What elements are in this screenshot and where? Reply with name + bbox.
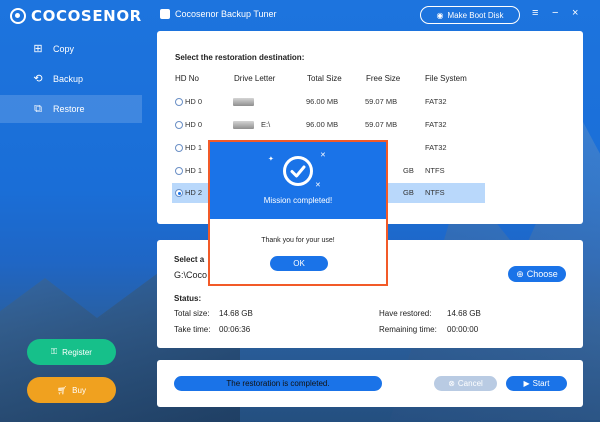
row-radio[interactable]	[175, 98, 183, 106]
restored-label: Have restored:	[379, 309, 432, 318]
hd-no: HD 0	[185, 97, 203, 106]
app-icon	[160, 9, 170, 19]
hd-no: HD 1	[185, 166, 203, 175]
check-circle-icon	[283, 156, 313, 186]
drive-icon	[233, 121, 254, 129]
column-header: Total Size	[307, 74, 342, 83]
progress-text: The restoration is completed.	[226, 379, 330, 388]
free-size: 59.07 MB	[365, 97, 398, 106]
sidebar-item-label: Copy	[53, 44, 75, 54]
row-radio[interactable]	[175, 144, 183, 152]
sparkle-icon: ✦	[268, 156, 274, 163]
free-size: 59.07 MB	[365, 120, 398, 129]
cancel-label: Cancel	[457, 379, 483, 388]
take-time-label: Take time:	[174, 325, 211, 334]
cancel-button[interactable]: ⊗ Cancel	[434, 376, 497, 391]
hd-no: HD 2	[185, 188, 203, 197]
total-size: 96.00 MB	[306, 120, 339, 129]
column-header: Free Size	[366, 74, 401, 83]
destination-title: Select the restoration destination:	[175, 53, 305, 62]
sidebar-item-label: Restore	[53, 104, 85, 114]
logo-icon	[10, 8, 26, 24]
make-boot-disk-button[interactable]: ◉ Make Boot Disk	[420, 6, 520, 24]
brand-logo: COCOSENOR	[10, 7, 142, 25]
sparkle-icon: ✕	[320, 152, 326, 159]
ok-button[interactable]: OK	[270, 256, 328, 271]
make-boot-disk-label: Make Boot Disk	[447, 10, 504, 20]
dialog-header: ✦ ✕ ✕ Mission completed!	[210, 142, 386, 219]
dialog-message: Thank you for your use!	[261, 237, 335, 244]
take-time-value: 00:06:36	[219, 325, 251, 334]
register-label: Register	[62, 347, 92, 357]
app-title: Cocosenor Backup Tuner	[160, 9, 277, 19]
register-button[interactable]: ⚿ Register	[27, 339, 116, 365]
app-window: COCOSENOR Cocosenor Backup Tuner ◉ Make …	[0, 0, 600, 422]
total-size: 96.00 MB	[306, 97, 339, 106]
disk-icon: ◉	[436, 10, 444, 20]
play-icon: ▶	[523, 379, 530, 388]
app-title-text: Cocosenor Backup Tuner	[175, 9, 277, 19]
drive-letter: E:\	[261, 120, 271, 129]
restored-value: 14.68 GB	[447, 309, 481, 318]
select-image-label: Select a	[174, 255, 205, 264]
brand-name: COCOSENOR	[31, 7, 142, 25]
sidebar-item-copy[interactable]: ⊞ Copy	[0, 35, 142, 63]
row-radio[interactable]	[175, 167, 183, 175]
start-button[interactable]: ▶ Start	[506, 376, 567, 391]
image-path: G:\Coco	[174, 270, 208, 280]
free-size: GB	[403, 188, 414, 197]
table-row[interactable]: HD 0 96.00 MB 59.07 MB FAT32	[172, 92, 485, 112]
row-radio[interactable]	[175, 189, 183, 197]
table-row[interactable]: HD 0 E:\ 96.00 MB 59.07 MB FAT32	[172, 115, 485, 135]
sparkle-icon: ✕	[315, 182, 321, 189]
remaining-time-value: 00:00:00	[447, 325, 479, 334]
file-system: NTFS	[425, 166, 445, 175]
file-system: FAT32	[425, 120, 447, 129]
free-size: GB	[403, 166, 414, 175]
row-radio[interactable]	[175, 121, 183, 129]
plus-icon: ⊕	[516, 268, 524, 279]
action-panel: The restoration is completed. ⊗ Cancel ▶…	[157, 360, 583, 407]
copy-icon: ⊞	[33, 43, 43, 55]
completion-dialog: ✦ ✕ ✕ Mission completed! Thank you for y…	[208, 140, 388, 286]
total-size-value: 14.68 GB	[219, 309, 253, 318]
file-system: FAT32	[425, 97, 447, 106]
ok-label: OK	[293, 259, 305, 268]
choose-label: Choose	[526, 269, 558, 279]
remaining-time-label: Remaining time:	[379, 325, 437, 334]
restore-icon: ⧉	[34, 103, 42, 115]
file-system: FAT32	[425, 143, 447, 152]
column-header: HD No	[175, 74, 200, 83]
start-label: Start	[532, 379, 550, 388]
choose-button[interactable]: ⊕ Choose	[508, 266, 566, 282]
buy-button[interactable]: 🛒︎ Buy	[27, 377, 116, 403]
file-system: NTFS	[425, 188, 445, 197]
cart-icon: 🛒︎	[57, 385, 68, 395]
dialog-title: Mission completed!	[263, 196, 333, 205]
total-size-label: Total size:	[174, 309, 210, 318]
hd-no: HD 0	[185, 120, 203, 129]
backup-icon: ⟲	[33, 73, 43, 85]
minimize-icon[interactable]: −	[552, 7, 558, 19]
sidebar-item-label: Backup	[53, 74, 84, 84]
buy-label: Buy	[72, 385, 86, 395]
close-icon[interactable]: ×	[572, 7, 578, 19]
sidebar-item-restore[interactable]: ⧉ Restore	[0, 95, 142, 123]
drive-icon	[233, 98, 254, 106]
sidebar-item-backup[interactable]: ⟲ Backup	[0, 65, 142, 93]
hd-no: HD 1	[185, 143, 203, 152]
status-label: Status:	[174, 294, 202, 303]
cancel-icon: ⊗	[448, 379, 455, 388]
column-header: File System	[425, 74, 467, 83]
menu-icon[interactable]: ≡	[532, 7, 538, 19]
key-icon: ⚿	[51, 347, 58, 356]
progress-bar: The restoration is completed.	[174, 376, 382, 391]
column-header: Drive Letter	[234, 74, 276, 83]
